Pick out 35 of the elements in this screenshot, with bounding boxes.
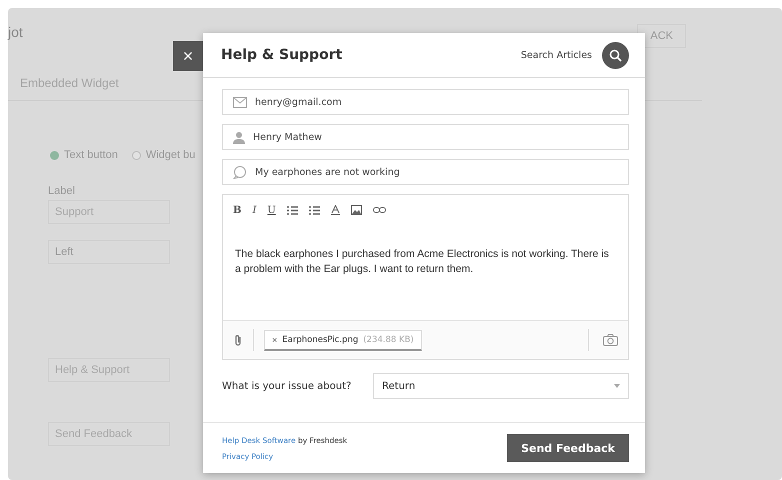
numbered-list-icon[interactable]: [308, 206, 320, 214]
issue-select[interactable]: Return: [373, 373, 629, 399]
file-name: EarphonesPic.png: [282, 334, 358, 344]
text-color-icon[interactable]: [330, 205, 340, 215]
radio-label: Widget bu: [146, 149, 196, 161]
name-field[interactable]: Henry Mathew: [222, 124, 629, 150]
italic-button[interactable]: I: [252, 204, 256, 216]
search-button[interactable]: [602, 42, 629, 68]
issue-label: What is your issue about?: [222, 380, 352, 392]
email-field[interactable]: henry@gmail.com: [222, 89, 629, 115]
person-icon: [233, 130, 245, 144]
file-size: (234.88 KB): [363, 334, 414, 344]
radio-label: Text button: [64, 149, 118, 161]
remove-button[interactable]: ×: [272, 334, 278, 344]
image-icon[interactable]: [350, 205, 362, 215]
bulleted-list-icon[interactable]: [286, 206, 298, 214]
message-text[interactable]: The black earphones I purchased from Acme Electronics is not working. There is a problem with the Ear plugs. I want to return them.: [223, 225, 628, 320]
close-button[interactable]: ×: [173, 41, 203, 71]
speech-bubble-icon: [233, 166, 247, 178]
paperclip-icon[interactable]: [233, 334, 243, 346]
search-icon: [609, 48, 622, 62]
radio-button[interactable]: [132, 150, 141, 160]
underline-button[interactable]: U: [267, 204, 276, 216]
radio-button[interactable]: [50, 150, 59, 160]
page-title: jot: [8, 24, 23, 42]
field-label: Label: [48, 185, 76, 197]
mail-icon: [233, 96, 247, 108]
caret-icon: [614, 384, 620, 388]
camera-icon[interactable]: [603, 334, 618, 346]
send-feedback-button[interactable]: Send Feedback: [507, 434, 629, 462]
link-icon[interactable]: [372, 207, 386, 213]
bold-button[interactable]: B: [233, 204, 242, 216]
search-label: Search Articles: [520, 50, 592, 60]
subject-field[interactable]: My earphones are not working: [222, 159, 629, 185]
dialog-title: Help & Support: [221, 47, 342, 63]
